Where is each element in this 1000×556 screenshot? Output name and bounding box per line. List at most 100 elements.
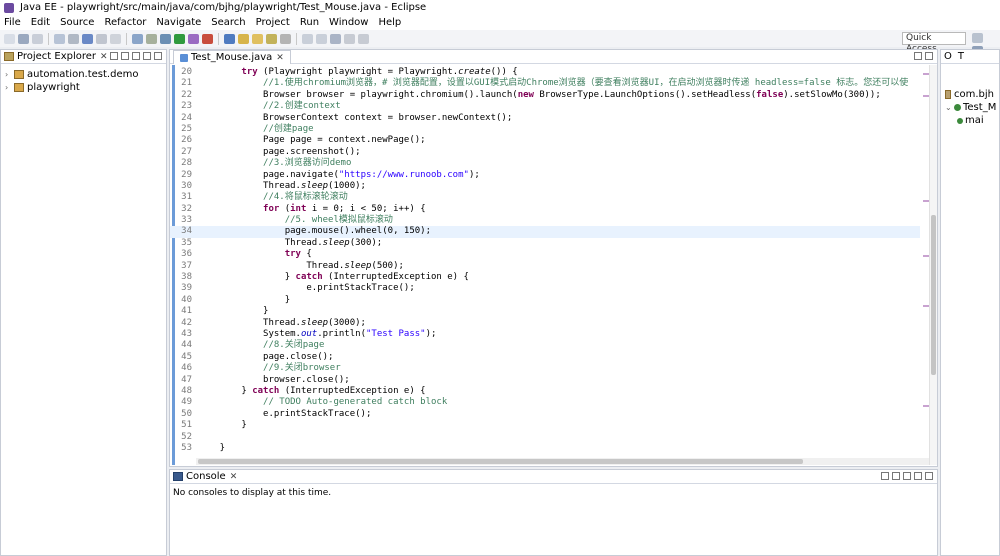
outline-tab[interactable]: O: [944, 51, 952, 62]
open-console-icon[interactable]: [892, 472, 900, 480]
new-java-project-icon[interactable]: [224, 33, 235, 44]
code-line[interactable]: 30 Thread.sleep(1000);: [170, 181, 920, 192]
code-line[interactable]: 20 try (Playwright playwright = Playwrig…: [170, 67, 920, 78]
scrollbar-thumb[interactable]: [931, 215, 936, 375]
code-line[interactable]: 29 page.navigate("https://www.runoob.com…: [170, 170, 920, 181]
editor-horizontal-scrollbar[interactable]: [196, 458, 929, 465]
new-package-icon[interactable]: [238, 33, 249, 44]
code-line[interactable]: 40 }: [170, 295, 920, 306]
close-icon[interactable]: ✕: [100, 52, 108, 62]
code-line[interactable]: 49 // TODO Auto-generated catch block: [170, 397, 920, 408]
code-line[interactable]: 41 }: [170, 306, 920, 317]
maximize-icon[interactable]: [925, 472, 933, 480]
code-line[interactable]: 45 page.close();: [170, 352, 920, 363]
code-line[interactable]: 48 } catch (InterruptedException e) {: [170, 386, 920, 397]
tree-item-playwright[interactable]: › playwright: [1, 81, 166, 94]
menu-search[interactable]: Search: [211, 17, 245, 28]
skip-breakpoints-icon[interactable]: [82, 33, 93, 44]
menu-source[interactable]: Source: [60, 17, 94, 28]
code-line[interactable]: 39 e.printStackTrace();: [170, 283, 920, 294]
menu-run[interactable]: Run: [300, 17, 319, 28]
build-icon[interactable]: [146, 33, 157, 44]
editor-tab-test-mouse[interactable]: Test_Mouse.java ✕: [173, 50, 291, 64]
code-line[interactable]: 43 System.out.println("Test Pass");: [170, 329, 920, 340]
code-line[interactable]: 52: [170, 432, 920, 443]
task-list-tab[interactable]: T: [958, 51, 964, 62]
forward-icon[interactable]: [358, 33, 369, 44]
external-tools-icon[interactable]: [202, 33, 213, 44]
toggle-mark-occurrences-icon[interactable]: [96, 33, 107, 44]
last-edit-location-icon[interactable]: [330, 33, 341, 44]
code-line[interactable]: 26 Page page = context.newPage();: [170, 135, 920, 146]
search-icon[interactable]: [280, 33, 291, 44]
menu-project[interactable]: Project: [256, 17, 290, 28]
code-line[interactable]: 27 page.screenshot();: [170, 147, 920, 158]
code-line[interactable]: 53 }: [170, 443, 920, 454]
menu-navigate[interactable]: Navigate: [156, 17, 201, 28]
code-line[interactable]: 32 for (int i = 0; i < 50; i++) {: [170, 204, 920, 215]
open-type-icon[interactable]: [266, 33, 277, 44]
minimize-icon[interactable]: [914, 52, 922, 60]
code-line[interactable]: 36 try {: [170, 249, 920, 260]
perspective-switcher[interactable]: [972, 33, 996, 56]
maximize-icon[interactable]: [154, 52, 162, 60]
code-line[interactable]: 46 //9.关闭browser: [170, 363, 920, 374]
open-terminal-icon[interactable]: [54, 33, 65, 44]
server-icon[interactable]: [132, 33, 143, 44]
minimize-icon[interactable]: [143, 52, 151, 60]
outline-item-package[interactable]: com.bjh: [941, 88, 999, 101]
code-line[interactable]: 33 //5. wheel模拟鼠标滚动: [170, 215, 920, 226]
run-icon[interactable]: [174, 33, 185, 44]
code-line[interactable]: 21 //1.使用chromium浏览器，# 浏览器配置，设置以GUI模式启动C…: [170, 78, 920, 89]
view-menu-icon[interactable]: [132, 52, 140, 60]
minimize-icon[interactable]: [914, 472, 922, 480]
editor-vertical-scrollbar[interactable]: [929, 65, 937, 465]
tree-item-automation-test-demo[interactable]: › automation.test.demo: [1, 68, 166, 81]
code-line[interactable]: 35 Thread.sleep(300);: [170, 238, 920, 249]
chevron-right-icon[interactable]: ›: [5, 70, 14, 79]
code-line[interactable]: 42 Thread.sleep(3000);: [170, 318, 920, 329]
debug-icon[interactable]: [160, 33, 171, 44]
chevron-right-icon[interactable]: ›: [5, 83, 14, 92]
quick-access-field[interactable]: Quick Access: [902, 32, 966, 54]
menu-help[interactable]: Help: [378, 17, 401, 28]
code-line[interactable]: 47 browser.close();: [170, 375, 920, 386]
close-icon[interactable]: ✕: [276, 53, 284, 63]
code-line[interactable]: 50 e.printStackTrace();: [170, 409, 920, 420]
close-icon[interactable]: ✕: [230, 472, 238, 482]
open-perspective-icon[interactable]: [972, 33, 983, 43]
project-explorer-tab[interactable]: Project Explorer ✕: [1, 50, 166, 64]
menu-refactor[interactable]: Refactor: [104, 17, 146, 28]
code-line-current[interactable]: 34 page.mouse().wheel(0, 150);: [170, 226, 920, 238]
menu-edit[interactable]: Edit: [31, 17, 50, 28]
next-annotation-icon[interactable]: [302, 33, 313, 44]
save-all-icon[interactable]: [32, 33, 43, 44]
scrollbar-thumb[interactable]: [198, 459, 803, 464]
code-line[interactable]: 25 //创建page: [170, 124, 920, 135]
previous-annotation-icon[interactable]: [316, 33, 327, 44]
outline-item-class[interactable]: ⌄ Test_M: [941, 101, 999, 114]
toggle-breadcrumb-icon[interactable]: [68, 33, 79, 44]
back-icon[interactable]: [344, 33, 355, 44]
collapse-all-icon[interactable]: [110, 52, 118, 60]
view-menu-icon[interactable]: [903, 472, 911, 480]
save-icon[interactable]: [18, 33, 29, 44]
code-line[interactable]: 38 } catch (InterruptedException e) {: [170, 272, 920, 283]
code-line[interactable]: 23 //2.创建context: [170, 101, 920, 112]
link-with-editor-icon[interactable]: [121, 52, 129, 60]
code-line[interactable]: 24 BrowserContext context = browser.newC…: [170, 113, 920, 124]
code-line[interactable]: 31 //4.将鼠标滚轮滚动: [170, 192, 920, 203]
console-tab[interactable]: Console ✕: [170, 470, 937, 484]
toggle-whitespace-icon[interactable]: [110, 33, 121, 44]
new-icon[interactable]: [4, 33, 15, 44]
code-line[interactable]: 28 //3.浏览器访问demo: [170, 158, 920, 169]
chevron-down-icon[interactable]: ⌄: [945, 103, 954, 112]
code-line[interactable]: 44 //8.关闭page: [170, 340, 920, 351]
menu-window[interactable]: Window: [329, 17, 368, 28]
code-line[interactable]: 37 Thread.sleep(500);: [170, 261, 920, 272]
code-line[interactable]: 22 Browser browser = playwright.chromium…: [170, 90, 920, 101]
new-class-icon[interactable]: [252, 33, 263, 44]
menu-file[interactable]: File: [4, 17, 21, 28]
code-line[interactable]: 51 }: [170, 420, 920, 431]
code-editor[interactable]: 20 try (Playwright playwright = Playwrig…: [170, 65, 937, 465]
